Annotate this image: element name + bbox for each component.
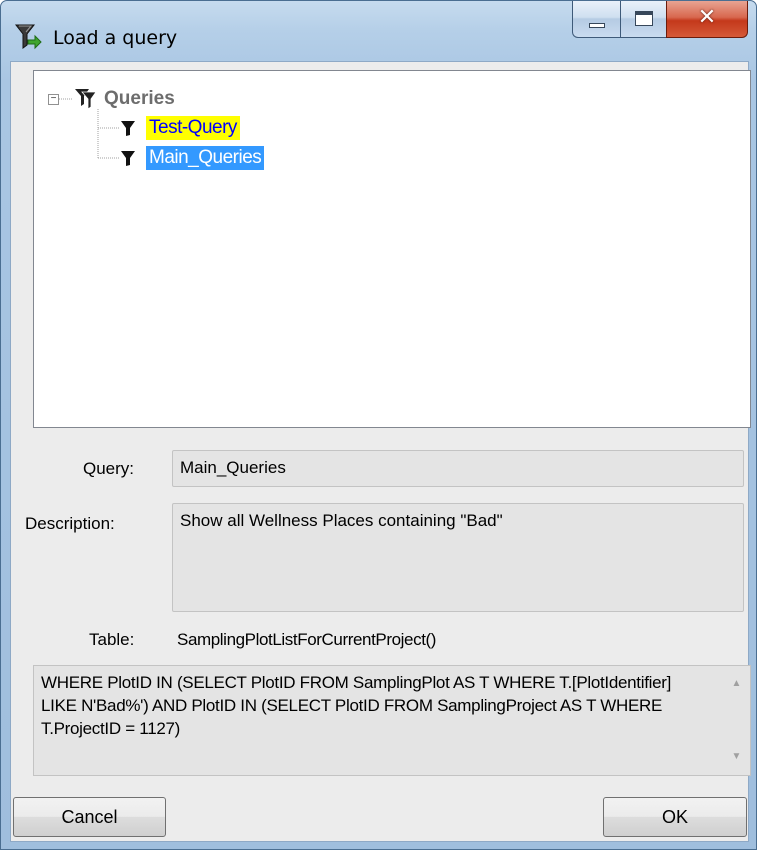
query-label: Query: <box>83 459 135 478</box>
query-tree[interactable]: − Queries Test-Query Main_Queries <box>33 70 751 428</box>
load-query-icon <box>14 24 42 50</box>
minimize-icon <box>589 23 605 28</box>
filter-group-icon <box>75 89 97 110</box>
tree-node-queries[interactable]: Queries <box>74 86 175 112</box>
tree-collapse-toggle[interactable]: − <box>48 94 59 105</box>
dialog-client-area: − Queries Test-Query Main_Queries Query:… <box>10 61 751 842</box>
tree-item-label: Main_Queries <box>146 146 265 170</box>
ok-button[interactable]: OK <box>603 797 747 837</box>
title-bar[interactable]: Load a query ✕ <box>1 1 756 61</box>
cancel-button[interactable]: Cancel <box>13 797 166 837</box>
dialog-window: Load a query ✕ − Queries Test-Query Main… <box>0 0 757 850</box>
tree-node-test-query[interactable]: Test-Query <box>120 115 240 141</box>
tree-node-main-queries[interactable]: Main_Queries <box>120 145 265 171</box>
maximize-icon <box>635 11 653 26</box>
sql-text: WHERE PlotID IN (SELECT PlotID FROM Samp… <box>41 673 672 738</box>
table-label: Table: <box>89 630 135 649</box>
caption-buttons: ✕ <box>572 1 748 39</box>
sql-scrollbar[interactable]: ▲ ▼ <box>723 666 750 775</box>
minimize-button[interactable] <box>572 1 620 38</box>
window-title: Load a query <box>53 27 178 49</box>
sql-textbox[interactable]: WHERE PlotID IN (SELECT PlotID FROM Samp… <box>33 665 751 776</box>
description-field[interactable]: Show all Wellness Places containing "Bad… <box>172 503 744 612</box>
query-field[interactable]: Main_Queries <box>172 450 744 487</box>
close-button[interactable]: ✕ <box>666 1 748 38</box>
maximize-button[interactable] <box>620 1 666 38</box>
filter-icon <box>121 121 135 136</box>
filter-icon <box>121 151 135 166</box>
table-value: SamplingPlotListForCurrentProject() <box>177 630 437 649</box>
scroll-up-arrow-icon[interactable]: ▲ <box>723 678 750 698</box>
description-label: Description: <box>25 514 115 533</box>
tree-item-label: Test-Query <box>146 116 240 140</box>
close-icon: ✕ <box>697 5 717 30</box>
tree-root-label: Queries <box>104 88 175 109</box>
scroll-down-arrow-icon[interactable]: ▼ <box>723 751 750 771</box>
